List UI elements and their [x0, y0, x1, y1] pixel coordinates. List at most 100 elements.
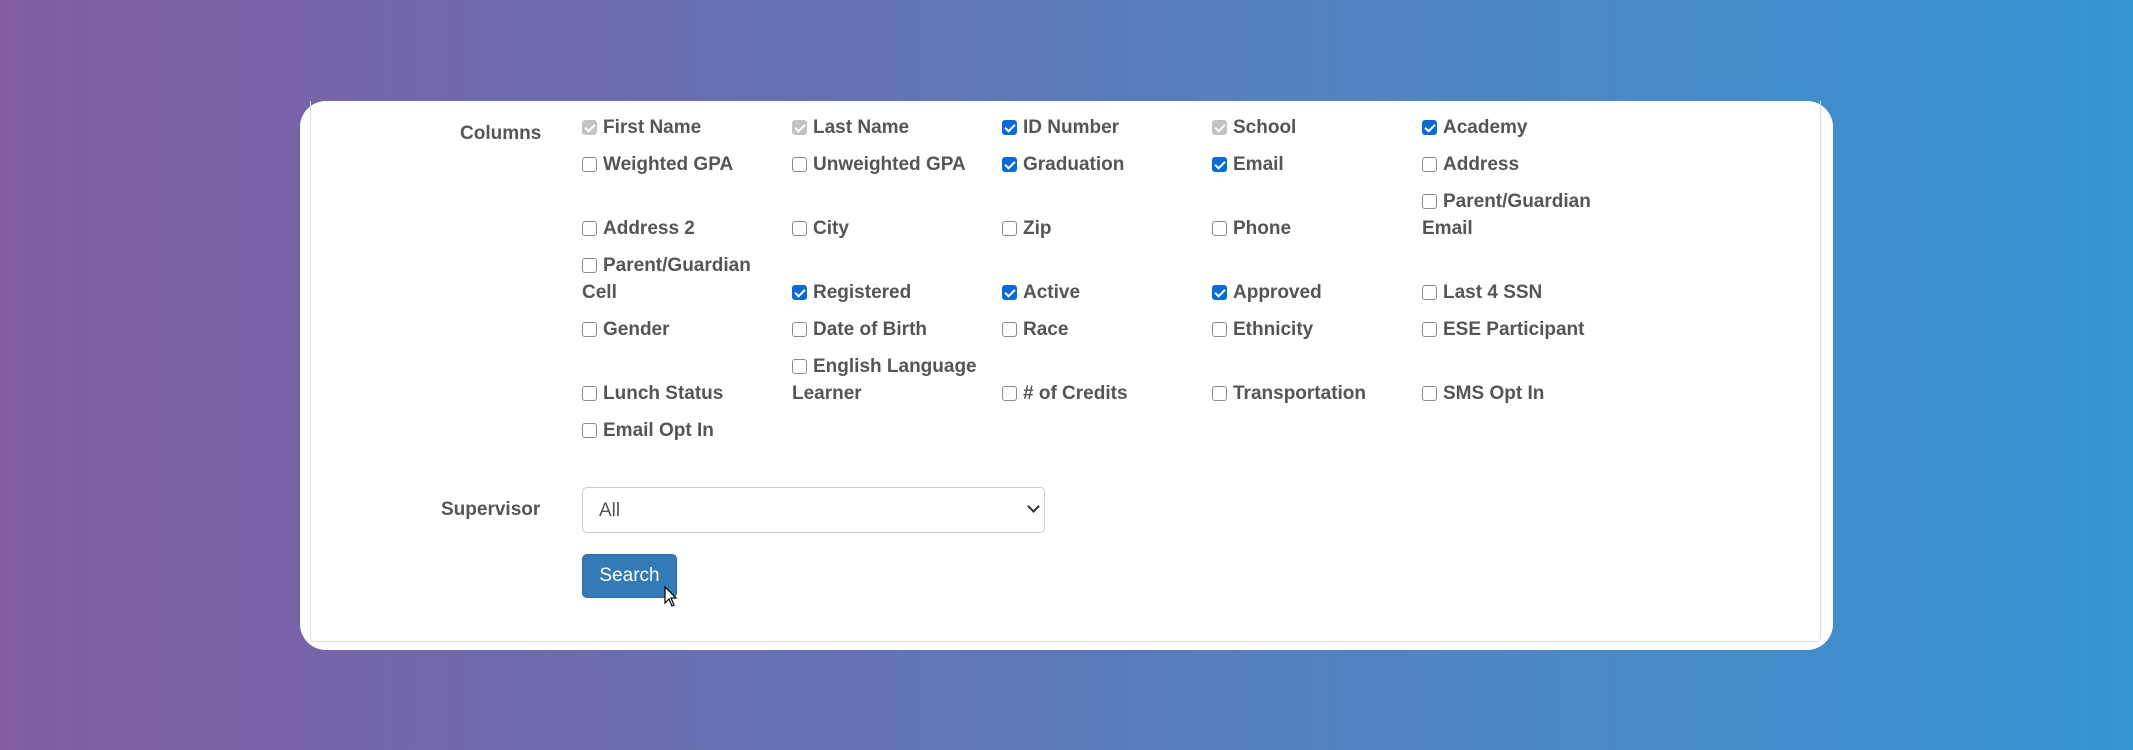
- column-checkbox-label: Weighted GPA: [603, 154, 734, 175]
- column-checkbox-label: Address: [1443, 154, 1520, 175]
- column-checkbox-race[interactable]: Race: [1002, 316, 1202, 343]
- column-checkbox-label: First Name: [603, 117, 702, 138]
- column-checkbox-label: Approved: [1233, 282, 1322, 303]
- column-checkbox-zip[interactable]: Zip: [1002, 215, 1202, 242]
- column-checkbox-label: Parent/Guardian Email: [1422, 191, 1591, 239]
- checkbox-icon[interactable]: [792, 359, 807, 374]
- column-checkbox-label: Date of Birth: [813, 319, 927, 340]
- checkbox-icon[interactable]: [1002, 322, 1017, 337]
- column-checkbox-label: # of Credits: [1023, 383, 1128, 404]
- column-checkbox-academy[interactable]: Academy: [1422, 114, 1622, 141]
- column-checkbox-date-of-birth[interactable]: Date of Birth: [792, 316, 992, 343]
- column-checkbox-english-language-learner[interactable]: English Language Learner: [792, 353, 992, 407]
- checkbox-icon[interactable]: [792, 322, 807, 337]
- column-checkbox-label: Graduation: [1023, 154, 1125, 175]
- checkbox-icon[interactable]: [1002, 386, 1017, 401]
- checkbox-icon[interactable]: [1212, 221, 1227, 236]
- column-checkbox-label: English Language Learner: [792, 356, 977, 404]
- column-checkbox-parent-guardian-cell[interactable]: Parent/Guardian Cell: [582, 252, 782, 306]
- checkbox-icon[interactable]: [1002, 157, 1017, 172]
- checkbox-icon[interactable]: [1002, 285, 1017, 300]
- checkbox-icon[interactable]: [1002, 221, 1017, 236]
- checkbox-icon[interactable]: [582, 423, 597, 438]
- column-checkbox-label: Phone: [1233, 218, 1292, 239]
- column-checkbox-label: Registered: [813, 282, 912, 303]
- column-checkbox-transportation[interactable]: Transportation: [1212, 380, 1412, 407]
- column-checkbox-approved[interactable]: Approved: [1212, 279, 1412, 306]
- filter-card: [300, 101, 1833, 650]
- column-checkbox-email-opt-in[interactable]: Email Opt In: [582, 417, 782, 444]
- column-checkbox-first-name[interactable]: First Name: [582, 114, 782, 141]
- column-checkbox-label: School: [1233, 117, 1297, 138]
- column-checkbox-label: ID Number: [1023, 117, 1120, 138]
- supervisor-select-value: All: [599, 500, 621, 521]
- supervisor-select[interactable]: All: [582, 487, 1045, 533]
- checkbox-icon[interactable]: [1422, 322, 1437, 337]
- column-checkbox-label: Transportation: [1233, 383, 1367, 404]
- column-checkbox-address-2[interactable]: Address 2: [582, 215, 782, 242]
- checkbox-icon[interactable]: [1002, 120, 1017, 135]
- checkbox-icon[interactable]: [1212, 386, 1227, 401]
- checkbox-icon[interactable]: [582, 157, 597, 172]
- column-checkbox-weighted-gpa[interactable]: Weighted GPA: [582, 151, 782, 178]
- checkbox-icon[interactable]: [1422, 194, 1437, 209]
- column-checkbox-unweighted-gpa[interactable]: Unweighted GPA: [792, 151, 992, 178]
- column-checkbox-label: City: [813, 218, 849, 239]
- checkbox-icon[interactable]: [792, 157, 807, 172]
- column-checkbox-address[interactable]: Address: [1422, 151, 1622, 178]
- mouse-cursor-icon: [664, 586, 678, 607]
- checkbox-icon[interactable]: [582, 386, 597, 401]
- column-checkbox-gender[interactable]: Gender: [582, 316, 782, 343]
- column-checkbox-school[interactable]: School: [1212, 114, 1412, 141]
- column-checkbox-label: Last 4 SSN: [1443, 282, 1543, 303]
- checkbox-icon[interactable]: [582, 258, 597, 273]
- column-checkbox-ethnicity[interactable]: Ethnicity: [1212, 316, 1412, 343]
- column-checkbox-label: Unweighted GPA: [813, 154, 966, 175]
- column-checkbox-label: Parent/Guardian Cell: [582, 255, 751, 303]
- checkbox-icon[interactable]: [1212, 157, 1227, 172]
- checkbox-icon[interactable]: [582, 322, 597, 337]
- column-checkbox-phone[interactable]: Phone: [1212, 215, 1412, 242]
- column-checkbox-graduation[interactable]: Graduation: [1002, 151, 1202, 178]
- column-checkbox-sms-opt-in[interactable]: SMS Opt In: [1422, 380, 1622, 407]
- checkbox-icon[interactable]: [1422, 285, 1437, 300]
- column-checkbox-registered[interactable]: Registered: [792, 279, 992, 306]
- column-checkbox-city[interactable]: City: [792, 215, 992, 242]
- search-button[interactable]: Search: [582, 554, 677, 598]
- column-checkbox-label: Email Opt In: [603, 420, 714, 441]
- column-checkbox-label: Zip: [1023, 218, 1052, 239]
- checkbox-icon[interactable]: [1212, 322, 1227, 337]
- checkbox-icon[interactable]: [582, 120, 597, 135]
- checkbox-icon[interactable]: [792, 285, 807, 300]
- checkbox-icon[interactable]: [582, 221, 597, 236]
- supervisor-label: Supervisor: [441, 499, 541, 520]
- column-checkbox-label: SMS Opt In: [1443, 383, 1545, 404]
- column-checkbox-label: Email: [1233, 154, 1284, 175]
- columns-label: Columns: [460, 123, 542, 144]
- column-checkbox-active[interactable]: Active: [1002, 279, 1202, 306]
- checkbox-icon[interactable]: [792, 221, 807, 236]
- column-checkbox-label: Ethnicity: [1233, 319, 1314, 340]
- column-checkbox-label: ESE Participant: [1443, 319, 1585, 340]
- checkbox-icon[interactable]: [1212, 120, 1227, 135]
- column-checkbox-last-4-ssn[interactable]: Last 4 SSN: [1422, 279, 1622, 306]
- column-checkbox-label: Race: [1023, 319, 1069, 340]
- column-checkbox-id-number[interactable]: ID Number: [1002, 114, 1202, 141]
- column-checkbox-parent-guardian-email[interactable]: Parent/Guardian Email: [1422, 188, 1622, 242]
- checkbox-icon[interactable]: [1422, 386, 1437, 401]
- chevron-down-icon: [1027, 500, 1040, 513]
- column-checkbox-label: Last Name: [813, 117, 910, 138]
- checkbox-icon[interactable]: [1422, 120, 1437, 135]
- column-checkbox-last-name[interactable]: Last Name: [792, 114, 992, 141]
- checkbox-icon[interactable]: [1212, 285, 1227, 300]
- column-checkbox-label: Active: [1023, 282, 1081, 303]
- column-checkbox-label: Academy: [1443, 117, 1528, 138]
- column-checkbox-label: Address 2: [603, 218, 695, 239]
- column-checkbox-lunch-status[interactable]: Lunch Status: [582, 380, 782, 407]
- column-checkbox-of-credits[interactable]: # of Credits: [1002, 380, 1202, 407]
- checkbox-icon[interactable]: [1422, 157, 1437, 172]
- column-checkbox-label: Gender: [603, 319, 670, 340]
- column-checkbox-email[interactable]: Email: [1212, 151, 1412, 178]
- checkbox-icon[interactable]: [792, 120, 807, 135]
- column-checkbox-ese-participant[interactable]: ESE Participant: [1422, 316, 1622, 343]
